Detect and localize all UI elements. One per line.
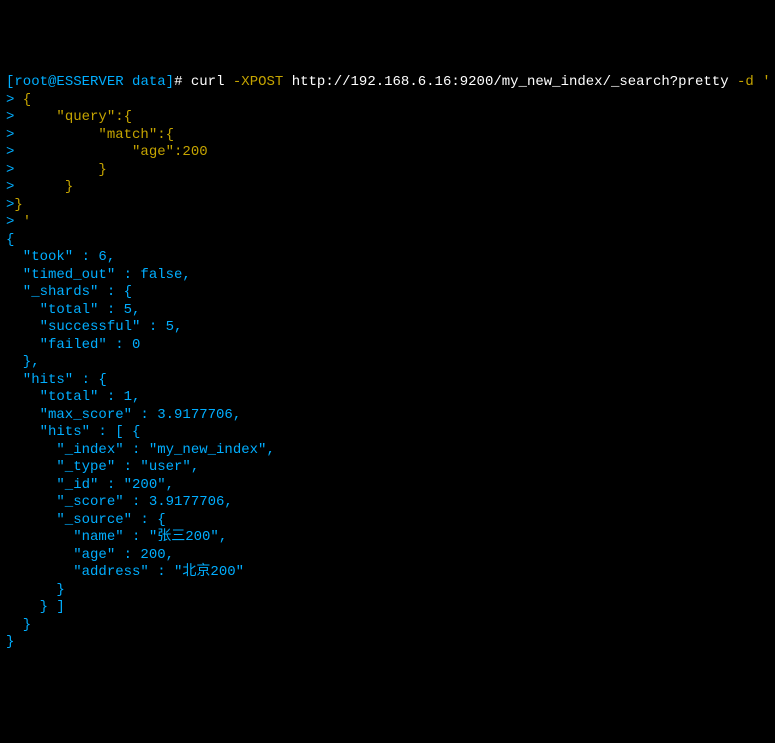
response-line-3: "timed_out" : false,: [6, 267, 191, 283]
response-line-2: "took" : 6,: [6, 249, 115, 265]
response-line-20: "address" : "北京200": [6, 564, 244, 580]
cmd-sp4: [754, 74, 762, 90]
input-line-8: ': [14, 214, 31, 230]
response-line-17: "_source" : {: [6, 512, 166, 528]
cmd-url: http://192.168.6.16:9200/my_new_index/_s…: [292, 74, 729, 90]
response-line-13: "_index" : "my_new_index",: [6, 442, 275, 458]
input-line-7: }: [14, 197, 22, 213]
response-line-6: "successful" : 5,: [6, 319, 182, 335]
response-line-1: {: [6, 232, 14, 248]
cmd-curl: curl: [191, 74, 225, 90]
input-line-3: "match":{: [14, 127, 174, 143]
input-line-2: "query":{: [14, 109, 132, 125]
input-line-6: }: [14, 179, 73, 195]
response-line-10: "total" : 1,: [6, 389, 140, 405]
response-line-19: "age" : 200,: [6, 547, 174, 563]
response-line-23: }: [6, 617, 31, 633]
response-line-9: "hits" : {: [6, 372, 107, 388]
cmd-quote: ': [762, 74, 770, 90]
response-line-15: "_id" : "200",: [6, 477, 174, 493]
cmd-flag-xpost: -XPOST: [233, 74, 283, 90]
cmd-sp2: [283, 74, 291, 90]
input-line-1: {: [14, 92, 31, 108]
response-line-21: }: [6, 582, 65, 598]
prompt-host: ESSERVER: [56, 74, 123, 90]
input-line-5: }: [14, 162, 106, 178]
response-line-12: "hits" : [ {: [6, 424, 140, 440]
response-line-4: "_shards" : {: [6, 284, 132, 300]
input-line-4: "age":200: [14, 144, 207, 160]
prompt-close-bracket: ]: [166, 74, 174, 90]
cmd-space: [182, 74, 190, 90]
terminal-output[interactable]: [root@ESSERVER data]# curl -XPOST http:/…: [6, 74, 769, 652]
response-line-7: "failed" : 0: [6, 337, 140, 353]
response-line-5: "total" : 5,: [6, 302, 140, 318]
response-line-18: "name" : "张三200",: [6, 529, 227, 545]
response-line-22: } ]: [6, 599, 65, 615]
prompt-path: data: [132, 74, 166, 90]
prompt-space: [124, 74, 132, 90]
response-line-16: "_score" : 3.9177706,: [6, 494, 233, 510]
response-line-11: "max_score" : 3.9177706,: [6, 407, 241, 423]
response-line-14: "_type" : "user",: [6, 459, 199, 475]
prompt-user: root: [14, 74, 48, 90]
cmd-flag-d: -d: [737, 74, 754, 90]
cmd-sp3: [729, 74, 737, 90]
response-line-24: }: [6, 634, 14, 650]
cmd-sp1: [224, 74, 232, 90]
response-line-8: },: [6, 354, 40, 370]
